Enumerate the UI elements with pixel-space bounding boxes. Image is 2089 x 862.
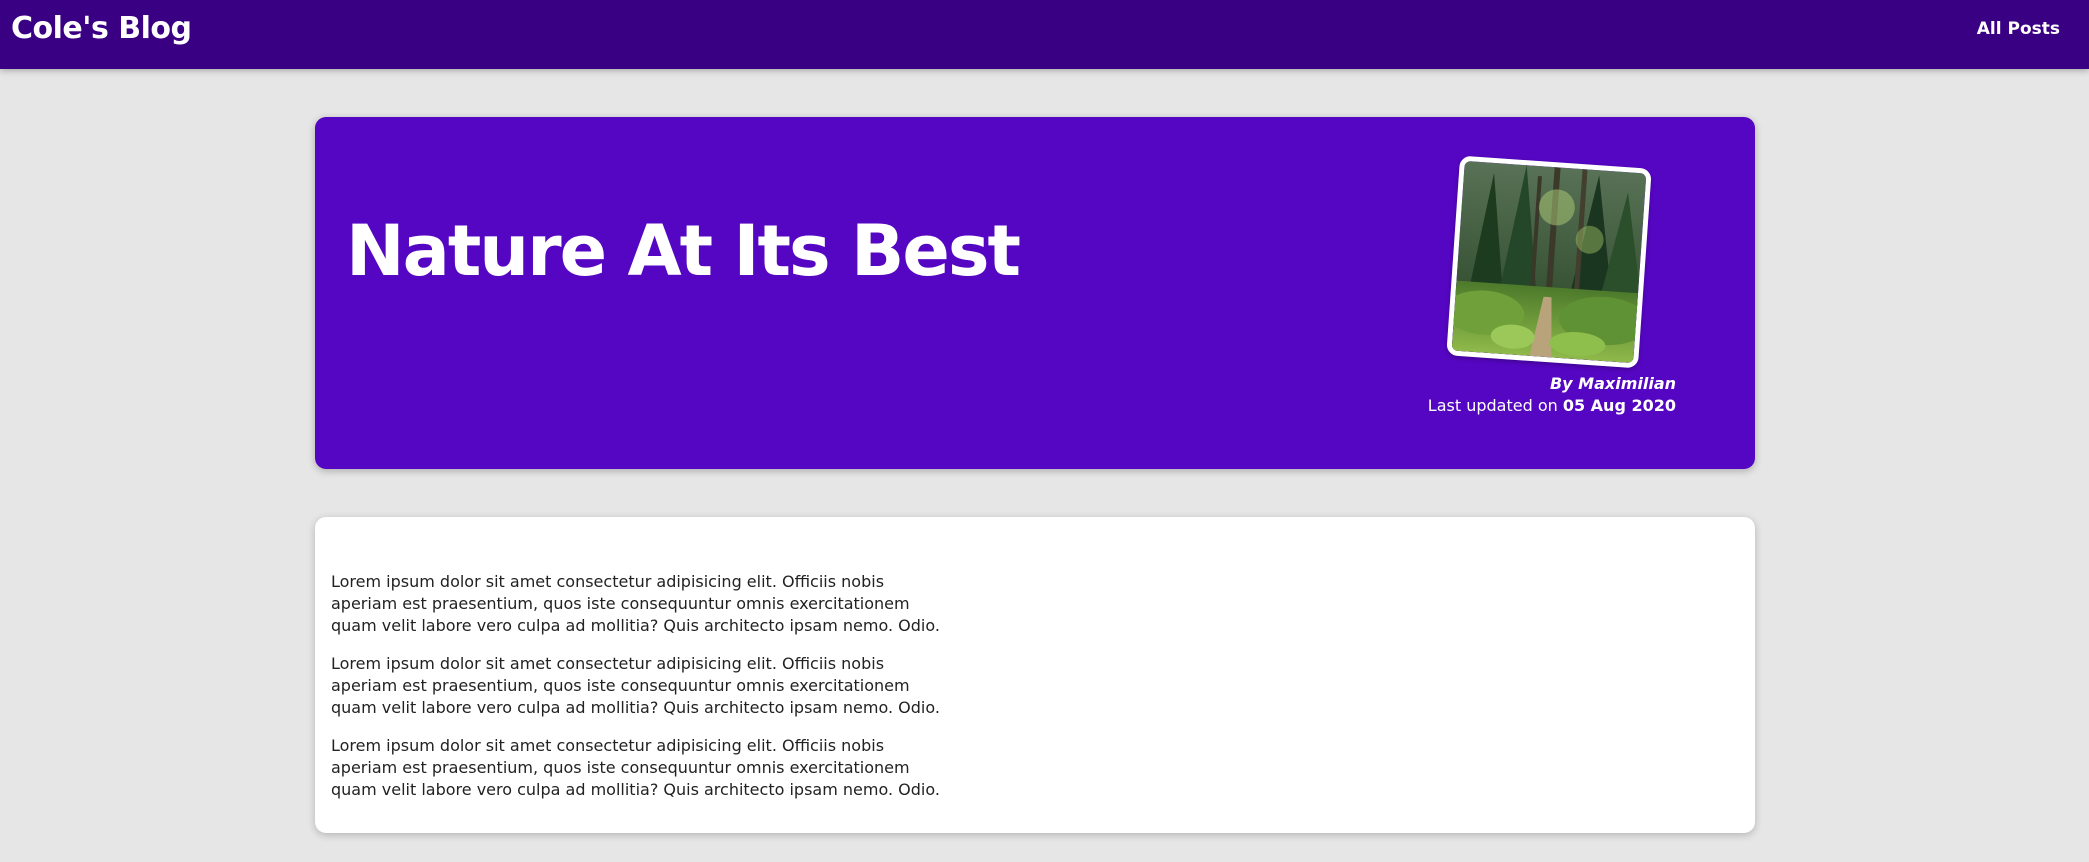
post-hero: Nature At Its Best By Maximilian Last up… (315, 117, 1755, 469)
updated-date: 05 Aug 2020 (1562, 396, 1676, 415)
post-byline: By Maximilian Last updated on 05 Aug 202… (1428, 373, 1676, 417)
updated-prefix: Last updated on (1427, 396, 1563, 415)
site-logo-link[interactable]: Cole's Blog (11, 11, 192, 46)
post-content: Lorem ipsum dolor sit amet consectetur a… (315, 517, 1755, 833)
post-image (1446, 155, 1652, 369)
post-paragraph: Lorem ipsum dolor sit amet consectetur a… (331, 654, 940, 717)
all-posts-link[interactable]: All Posts (1977, 19, 2060, 39)
post-title: Nature At Its Best (346, 210, 1021, 292)
post-updated: Last updated on 05 Aug 2020 (1428, 395, 1676, 417)
post-paragraph: Lorem ipsum dolor sit amet consectetur a… (331, 736, 940, 799)
forest-photo-icon (1451, 160, 1647, 364)
site-header: Cole's Blog All Posts (0, 0, 2089, 69)
post-paragraph: Lorem ipsum dolor sit amet consectetur a… (331, 572, 940, 635)
post-author: By Maximilian (1549, 374, 1676, 393)
